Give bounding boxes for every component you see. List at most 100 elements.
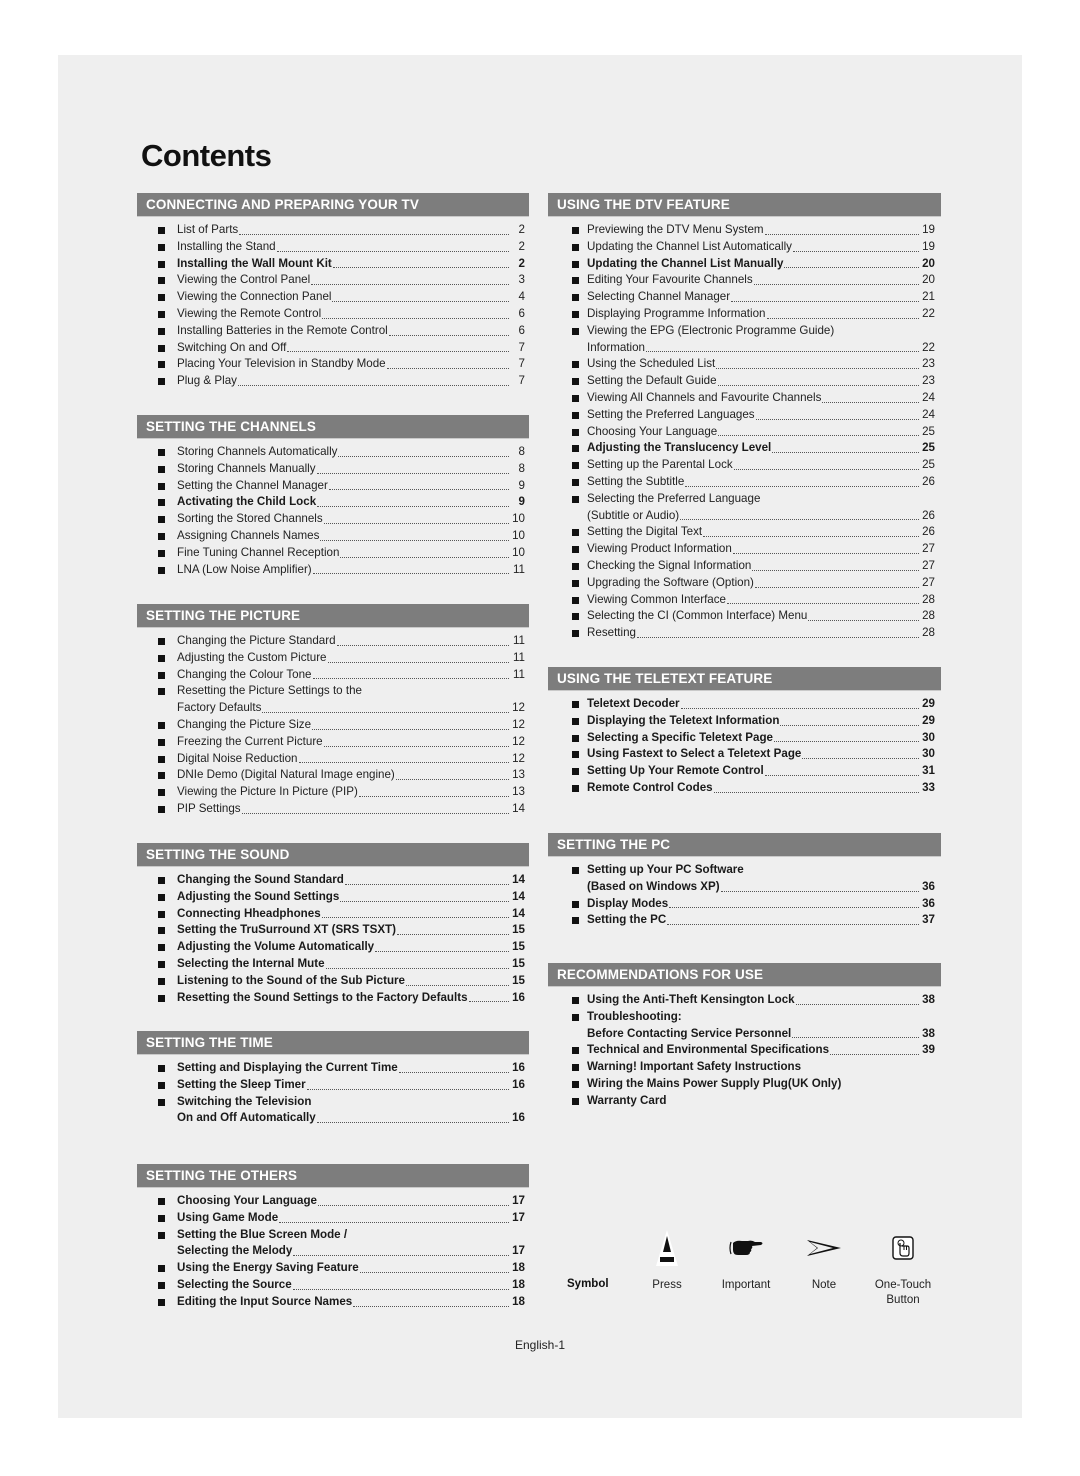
toc-entry[interactable]: Setting the PC 37 — [548, 912, 941, 929]
toc-entry[interactable]: Activating the Child Lock 9 — [137, 494, 529, 511]
toc-entry[interactable]: Resetting the Sound Settings to the Fact… — [137, 990, 529, 1007]
toc-entry[interactable]: Installing the Stand 2 — [137, 239, 529, 256]
toc-entry[interactable]: Adjusting the Volume Automatically 15 — [137, 939, 529, 956]
toc-entry[interactable]: Technical and Environmental Specificatio… — [548, 1042, 941, 1059]
toc-entry[interactable]: List of Parts 2 — [137, 222, 529, 239]
toc-entry[interactable]: Installing the Wall Mount Kit 2 — [137, 256, 529, 273]
dot-leader — [287, 350, 509, 353]
square-bullet-icon — [158, 789, 165, 797]
toc-entry-title: Setting Up Your Remote Control — [587, 764, 764, 778]
toc-entry[interactable]: Warranty Card — [548, 1093, 941, 1110]
toc-entry[interactable]: Viewing the Connection Panel 4 — [137, 289, 529, 306]
toc-entry[interactable]: Storing Channels Automatically 8 — [137, 444, 529, 461]
toc-entry[interactable]: Setting the Preferred Languages 24 — [548, 407, 941, 424]
toc-entry[interactable]: Displaying Programme Information 22 — [548, 306, 941, 323]
toc-entry[interactable]: Wiring the Mains Power Supply Plug(UK On… — [548, 1076, 941, 1093]
toc-entry[interactable]: Changing the Picture Standard 11 — [137, 633, 529, 650]
toc-entry[interactable]: Switching On and Off 7 — [137, 340, 529, 357]
toc-entry[interactable]: Updating the Channel List Manually 20 — [548, 256, 941, 273]
toc-entry[interactable]: Digital Noise Reduction 12 — [137, 751, 529, 768]
toc-entry[interactable]: Setting Up Your Remote Control 31 — [548, 763, 941, 780]
toc-entry[interactable]: Viewing the Picture In Picture (PIP) 13 — [137, 784, 529, 801]
toc-page-number: 12 — [512, 734, 525, 748]
toc-entry[interactable]: Selecting the Source 18 — [137, 1277, 529, 1294]
toc-entry[interactable]: Viewing Common Interface 28 — [548, 592, 941, 609]
toc-entry[interactable]: Setting up Your PC Software (Based on Win… — [548, 862, 941, 896]
toc-entry[interactable]: Resetting 28 — [548, 625, 941, 642]
toc-entry[interactable]: Changing the Picture Size 12 — [137, 717, 529, 734]
toc-entry[interactable]: Adjusting the Sound Settings 14 — [137, 889, 529, 906]
toc-entry[interactable]: Viewing the Control Panel 3 — [137, 272, 529, 289]
square-bullet-icon — [158, 944, 165, 952]
toc-entry[interactable]: Viewing Product Information 27 — [548, 541, 941, 558]
toc-entry[interactable]: Setting the Channel Manager 9 — [137, 478, 529, 495]
toc-entry[interactable]: Listening to the Sound of the Sub Pictur… — [137, 973, 529, 990]
section-heading: SETTING THE CHANNELS — [137, 415, 529, 438]
toc-entry-title: Choosing Your Language — [587, 424, 718, 438]
square-bullet-icon — [572, 294, 579, 302]
toc-page-number: 38 — [922, 1026, 935, 1040]
toc-entry[interactable]: Choosing Your Language 25 — [548, 424, 941, 441]
toc-entry[interactable]: Selecting the CI (Common Interface) Menu… — [548, 608, 941, 625]
toc-page-number: 19 — [922, 223, 935, 236]
toc-entry[interactable]: Sorting the Stored Channels 10 — [137, 511, 529, 528]
toc-entry[interactable]: Storing Channels Manually 8 — [137, 461, 529, 478]
toc-entry[interactable]: LNA (Low Noise Amplifier) 11 — [137, 562, 529, 579]
toc-entry[interactable]: Freezing the Current Picture 12 — [137, 734, 529, 751]
toc-entry[interactable]: Troubleshooting: Before Contacting Servic… — [548, 1009, 941, 1043]
toc-entry[interactable]: Selecting a Specific Teletext Page 30 — [548, 730, 941, 747]
square-bullet-icon — [158, 260, 165, 268]
toc-entry[interactable]: Remote Control Codes 33 — [548, 780, 941, 797]
toc-entry[interactable]: Setting the TruSurround XT (SRS TSXT) 15 — [137, 922, 529, 939]
toc-entry[interactable]: Setting the Digital Text 26 — [548, 524, 941, 541]
toc-entry[interactable]: Adjusting the Translucency Level 25 — [548, 440, 941, 457]
toc-entry[interactable]: Display Modes 36 — [548, 896, 941, 913]
toc-entry-title-continued: (Subtitle or Audio) — [587, 508, 680, 522]
toc-entry[interactable]: DNIe Demo (Digital Natural Image engine)… — [137, 767, 529, 784]
dot-leader — [292, 1288, 509, 1290]
toc-entry[interactable]: Fine Tuning Channel Reception 10 — [137, 545, 529, 562]
toc-entry[interactable]: Changing the Sound Standard 14 — [137, 872, 529, 889]
toc-entry[interactable]: Plug & Play 7 — [137, 373, 529, 390]
toc-entry[interactable]: Adjusting the Custom Picture 11 — [137, 650, 529, 667]
toc-entry[interactable]: Selecting Channel Manager 21 — [548, 289, 941, 306]
toc-entry[interactable]: Selecting the Internal Mute 15 — [137, 956, 529, 973]
toc-page-number: 14 — [512, 906, 525, 920]
square-bullet-icon — [572, 900, 579, 908]
toc-entry[interactable]: Displaying the Teletext Information 29 — [548, 713, 941, 730]
toc-entry[interactable]: Setting up the Parental Lock 25 — [548, 457, 941, 474]
toc-entry[interactable]: Teletext Decoder 29 — [548, 696, 941, 713]
toc-entry[interactable]: Choosing Your Language 17 — [137, 1193, 529, 1210]
section-heading: USING THE TELETEXT FEATURE — [548, 667, 941, 690]
toc-entry[interactable]: Switching the Television On and Off Autom… — [137, 1094, 529, 1128]
toc-entry[interactable]: Setting the Blue Screen Mode / Selecting … — [137, 1227, 529, 1261]
toc-entry[interactable]: Connecting Hheadphones 14 — [137, 906, 529, 923]
toc-entry[interactable]: PIP Settings 14 — [137, 801, 529, 818]
toc-entry[interactable]: Previewing the DTV Menu System 19 — [548, 222, 941, 239]
toc-entry[interactable]: Resetting the Picture Settings to the Fac… — [137, 683, 529, 717]
toc-entry[interactable]: Using Game Mode 17 — [137, 1210, 529, 1227]
toc-entry[interactable]: Using the Anti-Theft Kensington Lock 38 — [548, 992, 941, 1009]
toc-entry[interactable]: Selecting the Preferred Language (Subtitl… — [548, 491, 941, 525]
toc-entry[interactable]: Assigning Channels Names 10 — [137, 528, 529, 545]
toc-entry[interactable]: Installing Batteries in the Remote Contr… — [137, 323, 529, 340]
toc-entry[interactable]: Setting the Default Guide 23 — [548, 373, 941, 390]
toc-entry[interactable]: Editing the Input Source Names 18 — [137, 1294, 529, 1311]
toc-entry[interactable]: Using the Energy Saving Feature 18 — [137, 1260, 529, 1277]
toc-entry[interactable]: Viewing the Remote Control 6 — [137, 306, 529, 323]
toc-entry[interactable]: Setting the Sleep Timer 16 — [137, 1077, 529, 1094]
toc-page-number: 10 — [512, 545, 525, 559]
toc-entry[interactable]: Changing the Colour Tone 11 — [137, 667, 529, 684]
toc-entry[interactable]: Updating the Channel List Automatically 1… — [548, 239, 941, 256]
toc-entry[interactable]: Using the Scheduled List 23 — [548, 356, 941, 373]
toc-entry[interactable]: Viewing All Channels and Favourite Chann… — [548, 390, 941, 407]
toc-entry[interactable]: Upgrading the Software (Option) 27 — [548, 575, 941, 592]
toc-entry[interactable]: Warning! Important Safety Instructions — [548, 1059, 941, 1076]
toc-entry[interactable]: Placing Your Television in Standby Mode 7 — [137, 356, 529, 373]
toc-entry[interactable]: Setting and Displaying the Current Time 1… — [137, 1060, 529, 1077]
toc-entry[interactable]: Using Fastext to Select a Teletext Page 3… — [548, 746, 941, 763]
toc-entry[interactable]: Editing Your Favourite Channels 20 — [548, 272, 941, 289]
toc-entry[interactable]: Viewing the EPG (Electronic Programme Gu… — [548, 323, 941, 357]
toc-entry[interactable]: Checking the Signal Information 27 — [548, 558, 941, 575]
toc-entry[interactable]: Setting the Subtitle 26 — [548, 474, 941, 491]
